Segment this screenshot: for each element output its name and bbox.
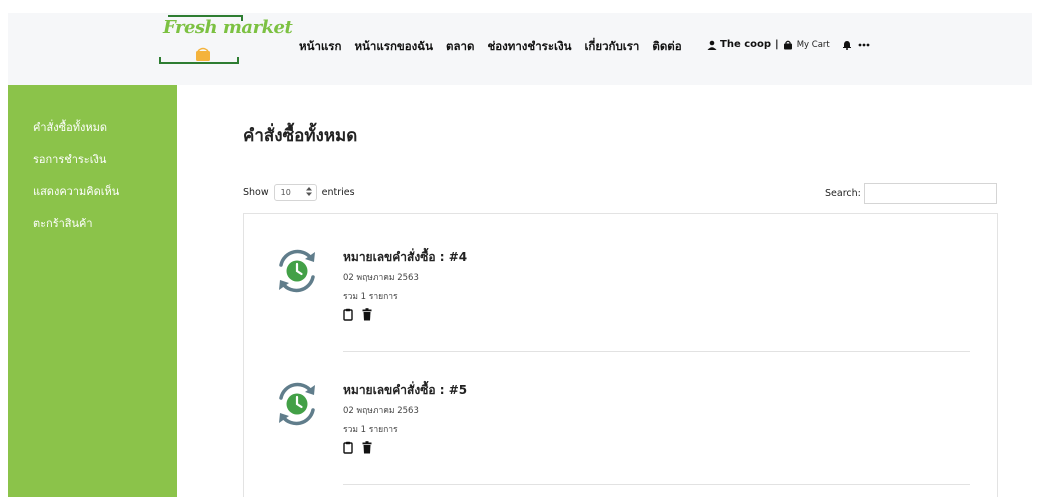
nav-contact[interactable]: ติดต่อ xyxy=(652,38,681,56)
clipboard-icon[interactable] xyxy=(343,308,353,321)
nav-my-home[interactable]: หน้าแรกของฉัน xyxy=(354,38,433,56)
nav-home[interactable]: หน้าแรก xyxy=(299,38,341,56)
logo-text: Fresh market xyxy=(163,17,293,38)
order-total: รวม 1 รายการ xyxy=(343,425,398,435)
trash-icon[interactable] xyxy=(362,441,372,454)
user-area: The coop | My Cart xyxy=(707,39,873,50)
order-actions xyxy=(343,308,381,321)
nav-market[interactable]: ตลาด xyxy=(446,38,474,56)
sidebar-item-reviews[interactable]: แสดงความคิดเห็น xyxy=(33,182,119,200)
show-label: Show xyxy=(243,187,269,198)
user-profile-link[interactable]: The coop xyxy=(720,39,771,50)
order-number: หมายเลขคำสั่งซื้อ : #4 xyxy=(343,250,468,264)
nav-about[interactable]: เกี่ยวกับเรา xyxy=(584,38,639,56)
order-date: 02 พฤษภาคม 2563 xyxy=(343,406,419,416)
sort-arrows-icon xyxy=(305,187,312,198)
user-icon xyxy=(707,40,717,50)
search-label: Search: xyxy=(825,188,861,199)
order-date: 02 พฤษภาคม 2563 xyxy=(343,273,419,283)
sidebar-item-all-orders[interactable]: คำสั่งซื้อทั้งหมด xyxy=(33,118,107,136)
nav-payment-channels[interactable]: ช่องทางชำระเงิน xyxy=(487,38,571,56)
user-separator: | xyxy=(775,39,779,50)
order-number: หมายเลขคำสั่งซื้อ : #5 xyxy=(343,383,468,397)
sidebar: คำสั่งซื้อทั้งหมด รอการชำระเงิน แสดงความ… xyxy=(8,85,177,497)
fresh-market-logo[interactable]: Fresh market xyxy=(158,13,293,71)
clock-refresh-icon xyxy=(271,378,323,430)
trash-icon[interactable] xyxy=(362,308,372,321)
entries-value: 10 xyxy=(280,188,291,197)
order-item: หมายเลขคำสั่งซื้อ : #5 02 พฤษภาคม 2563 ร… xyxy=(244,347,999,485)
bell-icon[interactable] xyxy=(842,40,852,50)
more-icon[interactable] xyxy=(858,43,870,47)
entries-select[interactable]: 10 xyxy=(273,184,317,201)
search-control: Search: xyxy=(825,183,997,204)
sidebar-item-awaiting-payment[interactable]: รอการชำระเงิน xyxy=(33,150,106,168)
entries-label: entries xyxy=(321,187,355,198)
orders-panel: หมายเลขคำสั่งซื้อ : #4 02 พฤษภาคม 2563 ร… xyxy=(243,213,998,497)
bag-icon[interactable] xyxy=(783,40,793,50)
order-item: หมายเลขคำสั่งซื้อ : #4 02 พฤษภาคม 2563 ร… xyxy=(244,214,999,352)
order-total: รวม 1 รายการ xyxy=(343,292,398,302)
entries-control: Show 10 entries xyxy=(243,184,355,201)
order-actions xyxy=(343,441,381,454)
page-title: คำสั่งซื้อทั้งหมด xyxy=(243,126,358,146)
sidebar-item-cart[interactable]: ตะกร้าสินค้า xyxy=(33,214,93,232)
my-cart-link[interactable]: My Cart xyxy=(797,40,830,50)
order-divider xyxy=(343,484,970,485)
search-input[interactable] xyxy=(863,183,997,204)
main-nav: หน้าแรก หน้าแรกของฉัน ตลาด ช่องทางชำระเง… xyxy=(299,37,695,57)
clock-refresh-icon xyxy=(271,245,323,297)
clipboard-icon[interactable] xyxy=(343,441,353,454)
